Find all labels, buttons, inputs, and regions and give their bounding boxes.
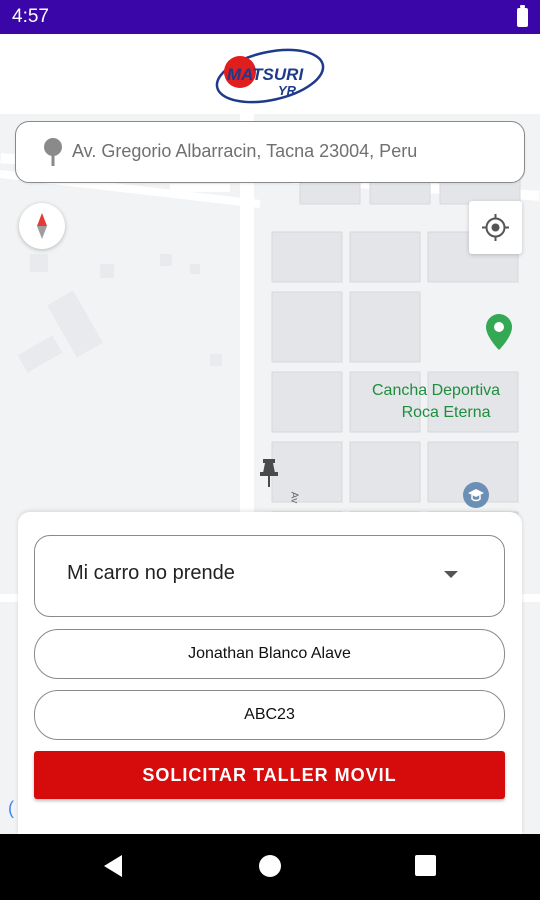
- map-pin-icon: [44, 138, 62, 166]
- my-location-icon: [482, 214, 509, 241]
- problem-select[interactable]: Mi carro no prende: [34, 535, 505, 617]
- home-icon[interactable]: [259, 855, 281, 877]
- matsuri-logo: MATSURI YR: [215, 48, 325, 104]
- plate-number-field[interactable]: ABC23: [34, 690, 505, 740]
- app-header: MATSURI YR: [0, 34, 540, 115]
- google-logo-icon: (: [8, 798, 14, 818]
- recents-icon[interactable]: [415, 855, 436, 876]
- address-text: Av. Gregorio Albarracin, Tacna 23004, Pe…: [72, 141, 418, 161]
- poi-label[interactable]: Cancha Deportiva Roca Eterna: [372, 380, 500, 424]
- address-search-field[interactable]: Av. Gregorio Albarracin, Tacna 23004, Pe…: [15, 121, 525, 183]
- poi-label-line2: Roca Eterna: [401, 404, 491, 421]
- green-place-icon[interactable]: [485, 313, 513, 351]
- push-pin-icon[interactable]: [258, 458, 280, 488]
- logo-text-bottom: YR: [278, 83, 297, 98]
- street-label: Av: [288, 491, 300, 504]
- logo-text-top: MATSURI: [227, 65, 304, 84]
- request-mobile-workshop-button[interactable]: SOLICITAR TALLER MOVIL: [34, 751, 505, 799]
- school-icon[interactable]: [462, 481, 490, 509]
- customer-name-field[interactable]: Jonathan Blanco Alave: [34, 629, 505, 679]
- status-bar: 4:57: [0, 0, 540, 34]
- poi-label-line1: Cancha Deportiva: [372, 382, 501, 399]
- my-location-button[interactable]: [469, 201, 522, 254]
- compass-button[interactable]: [19, 203, 65, 249]
- dropdown-arrow-icon: [444, 571, 458, 578]
- problem-selected-value: Mi carro no prende: [67, 562, 235, 584]
- back-icon[interactable]: [104, 855, 122, 877]
- battery-icon: [517, 5, 528, 27]
- system-nav-bar: [0, 834, 540, 900]
- status-time: 4:57: [12, 6, 49, 27]
- compass-icon: [37, 213, 47, 239]
